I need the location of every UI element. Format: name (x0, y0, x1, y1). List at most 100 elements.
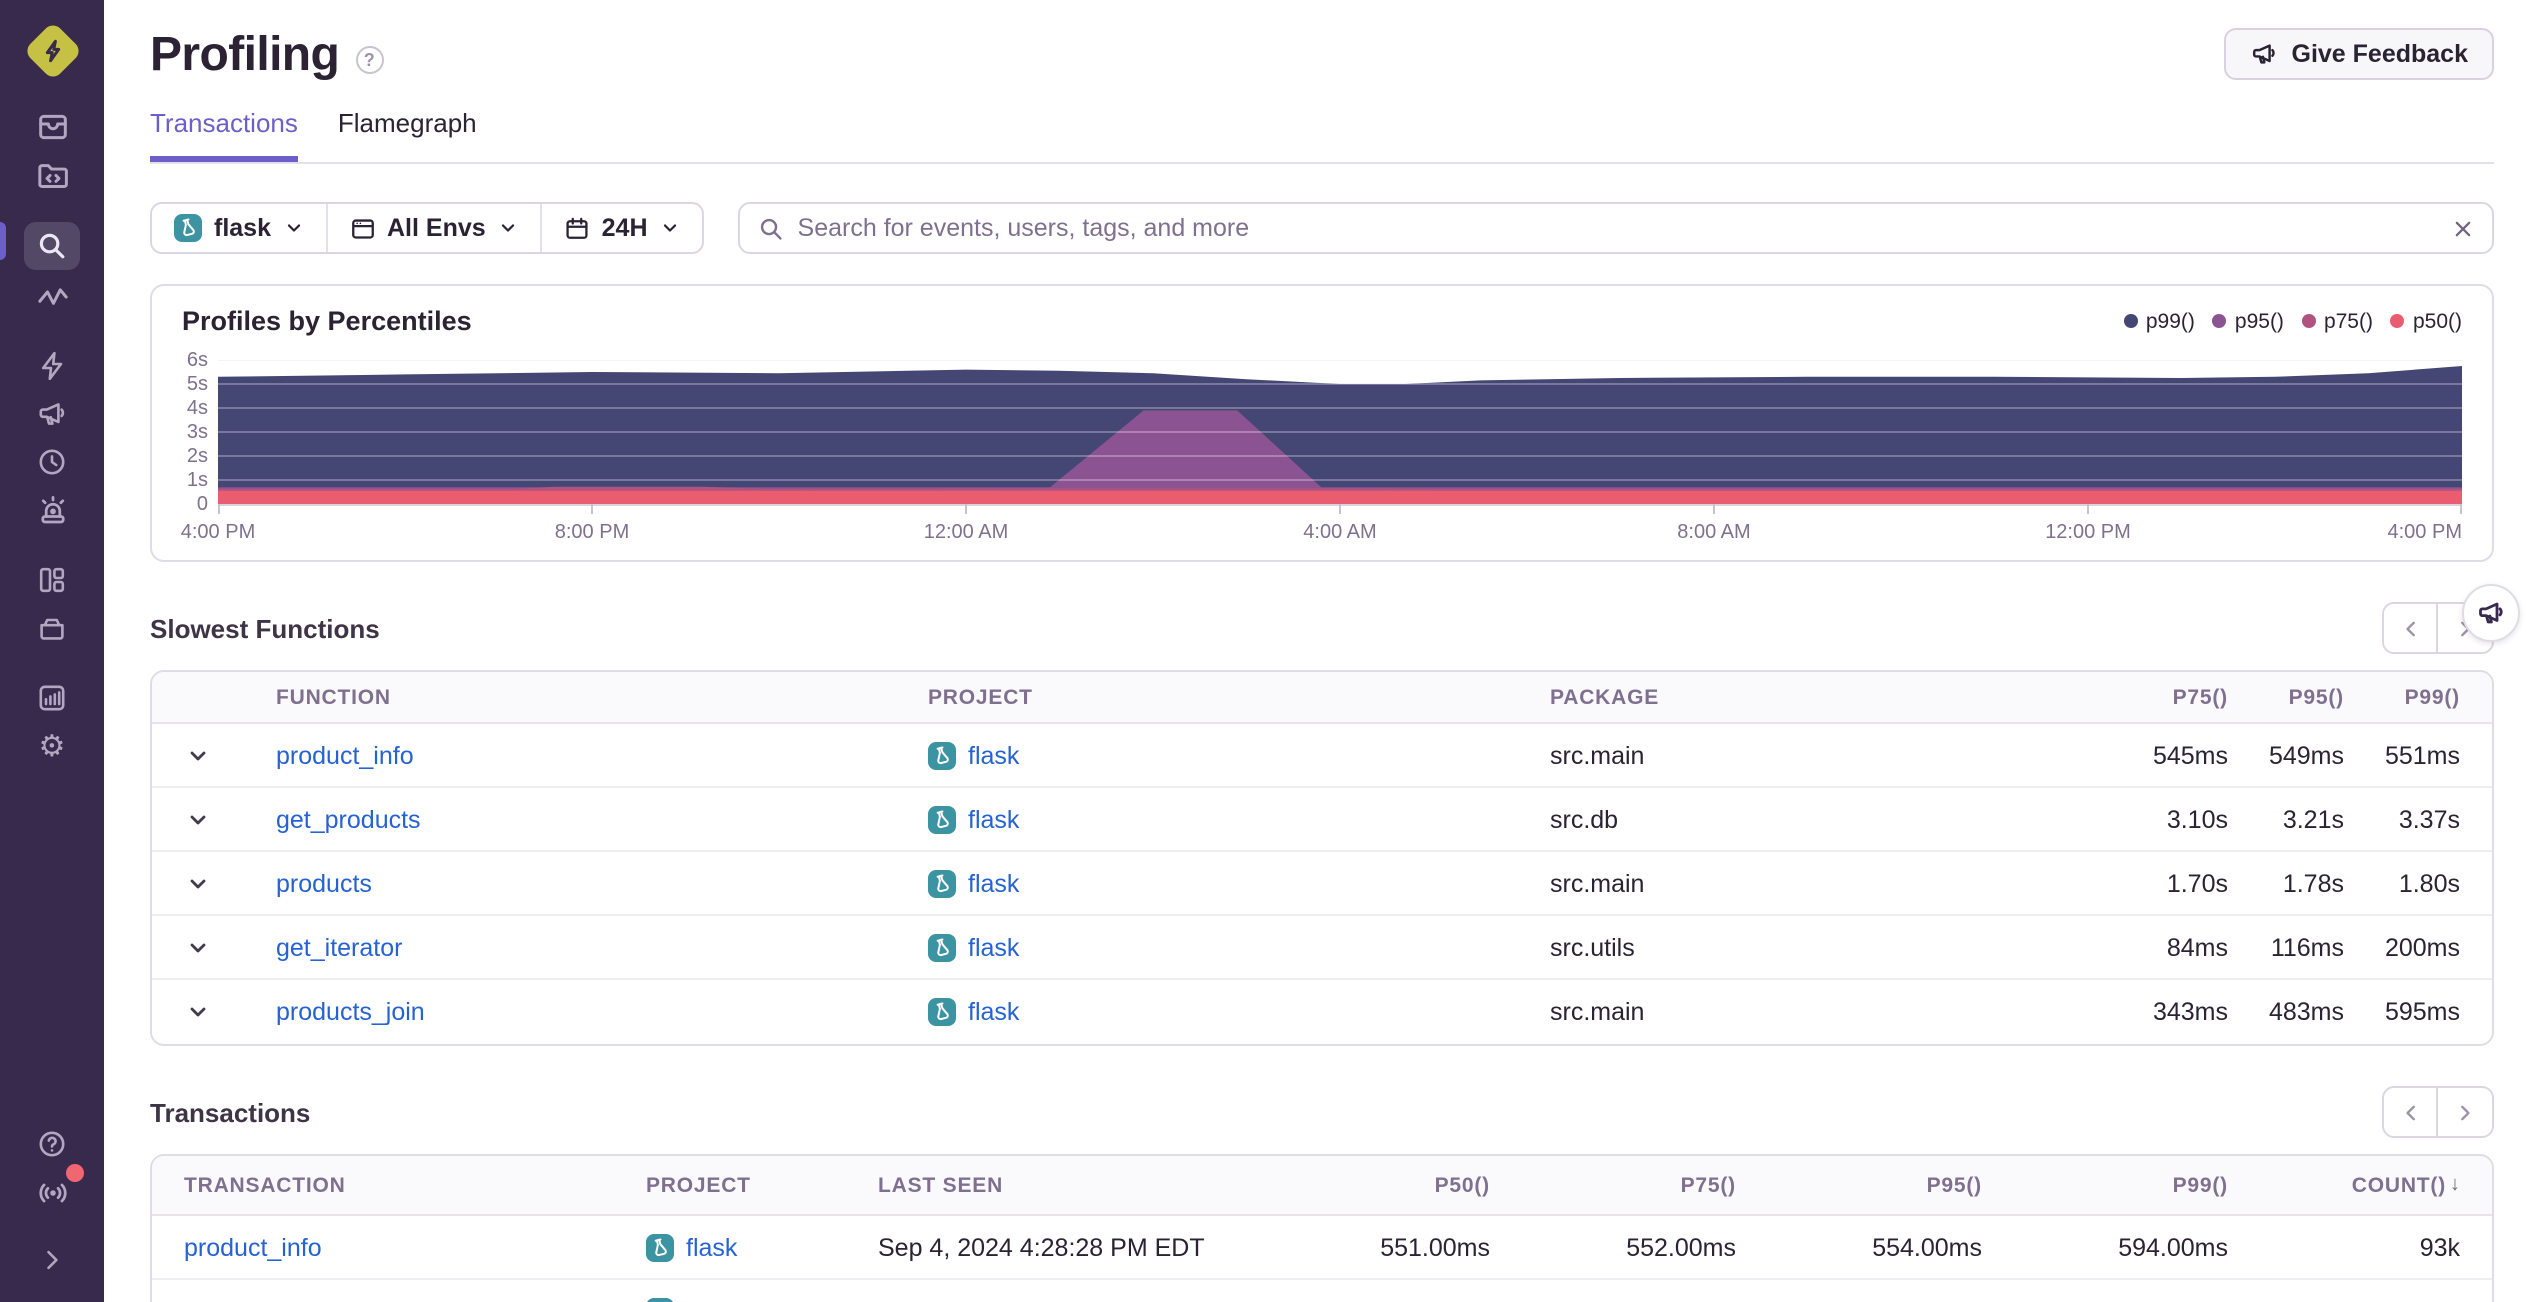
p95-value: 549ms (2268, 741, 2344, 769)
transaction-link[interactable]: product_info (184, 1233, 322, 1261)
area-series-p99[interactable] (218, 366, 2462, 504)
y-tick-label: 5s (186, 373, 208, 395)
expand-row-button[interactable] (152, 724, 244, 786)
p99-value: 594.00ms (2118, 1233, 2228, 1261)
y-tick-label: 0 (196, 493, 208, 515)
sidebar-item-replays[interactable] (24, 440, 80, 484)
p95-value: 483ms (2268, 998, 2344, 1026)
table-header-row: FUNCTION PROJECT PACKAGE P75() P95() P99() (152, 672, 2492, 724)
p75-value: 3.10s (2166, 805, 2228, 833)
clear-search-icon[interactable] (2452, 217, 2474, 239)
tab-flamegraph[interactable]: Flamegraph (338, 108, 477, 162)
slowest-functions-table: FUNCTION PROJECT PACKAGE P75() P95() P99() pro… (150, 670, 2494, 1046)
calendar-icon (566, 216, 588, 238)
chart-title: Profiles by Percentiles (182, 306, 472, 336)
project-link[interactable]: flask (968, 998, 1019, 1026)
sidebar-item-help[interactable] (24, 1122, 80, 1166)
function-link[interactable]: get_iterator (276, 933, 402, 961)
project-link[interactable]: flask (968, 869, 1019, 897)
sidebar-item-releases[interactable] (24, 606, 80, 650)
column-header-count[interactable]: COUNT() ↓ (2228, 1156, 2492, 1214)
app-root: ⚙ Profiling ? Give Feedback Transactions… (0, 0, 2544, 1302)
column-header-p99: P99() (2172, 1173, 2228, 1197)
table-row: products_join flask src.main 343ms 483ms 595m… (152, 980, 2492, 1044)
search-icon (760, 217, 782, 239)
legend-item-p75[interactable]: p75() (2301, 309, 2373, 333)
legend-label: p50() (2412, 309, 2462, 333)
x-tick-label: 12:00 PM (2045, 522, 2131, 544)
package-cell: src.utils (1550, 933, 1635, 961)
x-tick-label: 4:00 AM (1303, 522, 1377, 544)
page-title: Profiling (150, 28, 340, 82)
function-link[interactable]: products (276, 869, 372, 897)
table-header-row: TRANSACTION PROJECT LAST SEEN P50() P75() P95… (152, 1156, 2492, 1216)
chart-y-axis: 6s 5s 4s 3s 2s 1s 0 (182, 349, 218, 548)
prev-page-button[interactable] (2382, 1086, 2438, 1138)
project-link[interactable]: flask (686, 1298, 737, 1302)
count-value: 3.9k (2228, 1280, 2492, 1302)
table-row: products_join flask Sep 4, 2024 4:30:20 PM… (152, 1280, 2492, 1302)
function-link[interactable]: get_products (276, 805, 421, 833)
floating-feedback-button[interactable] (2462, 584, 2520, 642)
area-series-p50[interactable] (218, 490, 2462, 504)
function-link[interactable]: product_info (276, 741, 414, 769)
project-link[interactable]: flask (968, 741, 1019, 769)
environment-filter[interactable]: All Envs (325, 204, 540, 252)
megaphone-icon (2479, 602, 2503, 624)
sidebar-item-explore[interactable] (24, 152, 80, 196)
project-link[interactable]: flask (686, 1233, 737, 1261)
caret-column-header (152, 672, 244, 722)
sidebar-item-performance[interactable] (24, 344, 80, 388)
notification-dot (66, 1164, 84, 1182)
expand-row-button[interactable] (152, 852, 244, 914)
transaction-link[interactable]: products_join (184, 1298, 333, 1302)
sidebar-item-metrics[interactable] (24, 274, 80, 318)
date-range-filter[interactable]: 24H (539, 204, 702, 252)
search-bar (737, 202, 2494, 254)
expand-row-button[interactable] (152, 788, 244, 850)
flask-project-icon (928, 998, 956, 1026)
column-header-project: PROJECT (928, 685, 1033, 709)
p95-value: 717.00ms (1736, 1280, 1982, 1302)
sidebar-item-whats-new[interactable] (24, 1164, 84, 1214)
sidebar-item-stats[interactable] (24, 676, 80, 720)
expand-row-button[interactable] (152, 916, 244, 978)
legend-item-p99[interactable]: p99() (2123, 309, 2195, 333)
prev-page-button[interactable] (2382, 602, 2438, 654)
sidebar-item-user-feedback[interactable] (24, 392, 80, 436)
project-filter[interactable]: flask (152, 204, 325, 252)
sidebar-item-issues[interactable] (24, 104, 80, 148)
project-link[interactable]: flask (968, 933, 1019, 961)
column-header-p75: P75() (2172, 685, 2228, 709)
chevron-down-icon (663, 224, 676, 232)
window-icon (351, 218, 373, 238)
flask-project-icon (928, 933, 956, 961)
sidebar-item-dashboards[interactable] (24, 558, 80, 602)
function-link[interactable]: products_join (276, 998, 425, 1026)
percentiles-area-chart[interactable] (218, 360, 2462, 516)
project-link[interactable]: flask (968, 805, 1019, 833)
help-icon[interactable]: ? (355, 46, 384, 74)
legend-item-p50[interactable]: p50() (2390, 309, 2462, 333)
sidebar-item-search-active[interactable] (24, 222, 80, 270)
x-tick-label: 8:00 AM (1677, 522, 1751, 544)
search-input[interactable] (797, 214, 2438, 242)
table-row: products flask src.main 1.70s 1.78s 1.80s (152, 852, 2492, 916)
package-cell: src.db (1550, 805, 1619, 833)
sentry-logo[interactable] (22, 21, 82, 81)
settings-gear-icon: ⚙ (38, 729, 66, 763)
legend-label: p99() (2145, 309, 2195, 333)
next-page-button[interactable] (2438, 1086, 2494, 1138)
sidebar-collapse-button[interactable] (24, 1238, 80, 1282)
tab-transactions[interactable]: Transactions (150, 108, 298, 162)
sidebar-item-settings[interactable]: ⚙ (24, 724, 80, 768)
give-feedback-button[interactable]: Give Feedback (2223, 28, 2494, 80)
transactions-pager (2382, 1086, 2494, 1138)
sidebar-item-alerts[interactable] (24, 488, 80, 532)
legend-label: p75() (2323, 309, 2373, 333)
legend-item-p95[interactable]: p95() (2212, 309, 2284, 333)
p75-value: 1.70s (2166, 869, 2228, 897)
expand-row-button[interactable] (152, 980, 244, 1044)
active-nav-indicator (0, 222, 6, 260)
p99-value: 965.20ms (1982, 1280, 2228, 1302)
